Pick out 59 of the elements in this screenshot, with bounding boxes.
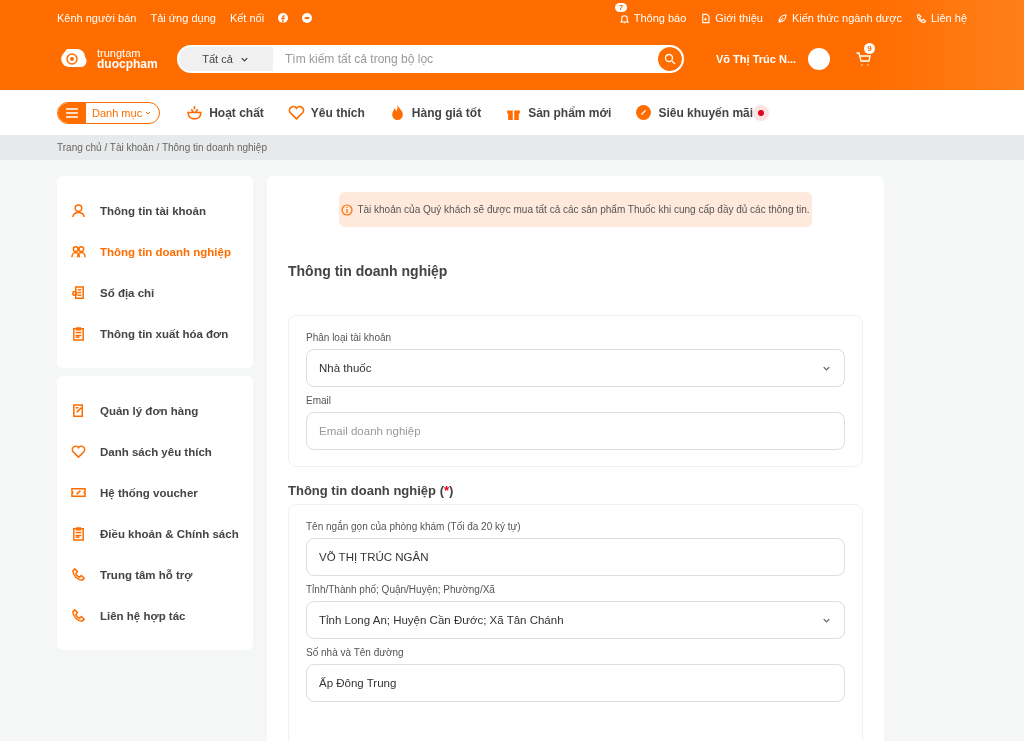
nav-link[interactable]: Yêu thích <box>287 104 365 121</box>
bell-icon <box>618 12 630 24</box>
search-button[interactable] <box>658 47 682 71</box>
search-icon <box>664 53 676 65</box>
sidebar-item[interactable]: Trung tâm hỗ trợ <box>57 554 253 595</box>
clip-icon <box>71 326 86 341</box>
phone-icon <box>915 12 927 24</box>
pot-icon <box>186 104 204 121</box>
field-label: Email <box>306 395 332 406</box>
badge-icon <box>635 104 653 121</box>
heart-icon <box>287 104 305 121</box>
field-label: Phân loại tài khoản <box>306 332 393 343</box>
sidebar-item[interactable]: Thông tin tài khoản <box>57 190 253 231</box>
avatar[interactable] <box>808 48 830 70</box>
select-field[interactable]: Tỉnh Long An; Huyện Cần Đước; Xã Tân Chánh <box>306 601 845 639</box>
group-icon <box>71 244 86 259</box>
input-field[interactable]: VÕ THỊ TRÚC NGÂN <box>306 538 845 576</box>
nav-link[interactable]: Hàng giá tốt <box>388 104 482 121</box>
breadcrumb[interactable]: Trang chủ / Tài khoản / Thông tin doanh nghiệp <box>57 142 267 153</box>
ticket-icon <box>71 485 86 500</box>
facebook-icon[interactable] <box>278 13 289 23</box>
section-heading: Thông tin doanh nghiệp <box>288 263 449 279</box>
nav-link[interactable]: Hoạt chất <box>186 104 264 121</box>
menu-icon <box>65 106 79 119</box>
sidebar-item[interactable]: Điều khoản & Chính sách <box>57 513 253 554</box>
sidebar-item[interactable]: Liên hệ hợp tác <box>57 595 253 636</box>
category-dropdown[interactable]: Tất cả <box>179 47 273 71</box>
sidebar-item[interactable]: Hệ thống voucher <box>57 472 253 513</box>
chat-icon[interactable] <box>302 13 313 23</box>
section-heading: Thông tin doanh nghiệp (*) <box>288 483 455 498</box>
field-label: Số nhà và Tên đường <box>306 647 405 658</box>
input-field[interactable]: Email doanh nghiệp <box>306 412 845 450</box>
input-field[interactable]: Ấp Đông Trung <box>306 664 845 702</box>
phone-icon <box>71 608 86 623</box>
nav-link[interactable]: Sản phẩm mới <box>505 104 612 121</box>
search-bar[interactable]: Tất cả Tìm kiếm tất cả trong bộ lọc <box>177 45 684 73</box>
cart-count-badge: 9 <box>864 43 875 54</box>
logo-text: trungtam <box>97 48 142 59</box>
sidebar-item[interactable]: Sổ địa chỉ <box>57 272 253 313</box>
heart-icon <box>71 444 86 459</box>
doc-icon <box>700 12 712 24</box>
notification-badge: 7 <box>614 3 628 12</box>
leaf-icon <box>776 12 788 24</box>
clip-icon <box>71 526 86 541</box>
field-label: Tỉnh/Thành phố; Quận/Huyện; Phường/Xã <box>306 584 496 595</box>
sidebar-item[interactable]: Quản lý đơn hàng <box>57 390 253 431</box>
info-icon <box>341 203 354 216</box>
book-icon <box>71 285 86 300</box>
nav-link[interactable]: Siêu khuyến mãi <box>635 104 754 121</box>
select-field[interactable]: Nhà thuốc <box>306 349 845 387</box>
logo-text: duocpham <box>97 59 158 70</box>
phone-icon <box>71 567 86 582</box>
user-icon <box>71 203 86 218</box>
sidebar-item[interactable]: Thông tin xuất hóa đơn <box>57 313 253 354</box>
cart-icon[interactable] <box>856 51 872 67</box>
order-icon <box>71 403 86 418</box>
sidebar-item[interactable]: Danh sách yêu thích <box>57 431 253 472</box>
info-text: Tài khoản của Quý khách sẽ được mua tất cả các sản phẩm Thuốc khi cung cấp đầy đủ các thông tin. <box>357 204 810 215</box>
field-label: Tên ngắn gọn của phòng khám (Tối đa 20 ký tự) <box>306 521 522 532</box>
